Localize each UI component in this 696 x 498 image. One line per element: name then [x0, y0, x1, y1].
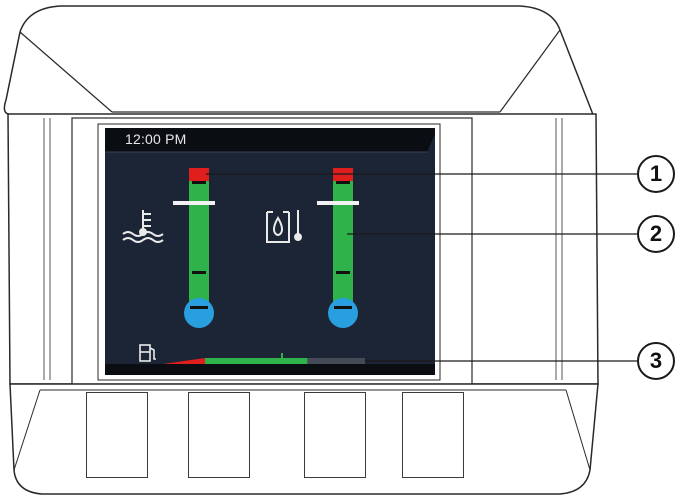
callout-2: 2: [637, 215, 675, 253]
softkey-3[interactable]: [304, 392, 366, 478]
coolant-temperature-reference-mark: [173, 201, 215, 205]
fuel-half-mark: [281, 353, 283, 364]
display-unit-diagram: 12:00 PM 1 2 3: [0, 0, 696, 498]
softkey-2[interactable]: [188, 392, 250, 478]
callout-3-label: 3: [649, 348, 663, 373]
hydraulic-oil-temperature-red-zone: [333, 168, 353, 181]
callout-2-label: 2: [649, 221, 663, 246]
callout-3: 3: [637, 342, 675, 380]
softkey-1[interactable]: [86, 392, 148, 478]
coolant-temperature-red-zone: [189, 168, 209, 181]
hydraulic-oil-temperature-reference-mark: [317, 201, 359, 205]
coolant-temperature-bulb: [184, 298, 214, 328]
hydraulic-oil-temperature-bulb: [328, 298, 358, 328]
fuel-level-bar: [205, 358, 308, 364]
status-bar: 12:00 PM: [105, 128, 435, 152]
callout-1-label: 1: [649, 161, 663, 186]
fuel-empty-track: [307, 358, 365, 364]
clock-time: 12:00 PM: [125, 131, 187, 147]
callout-1: 1: [637, 155, 675, 193]
display-screen: 12:00 PM: [105, 128, 435, 375]
softkey-4[interactable]: [402, 392, 464, 478]
